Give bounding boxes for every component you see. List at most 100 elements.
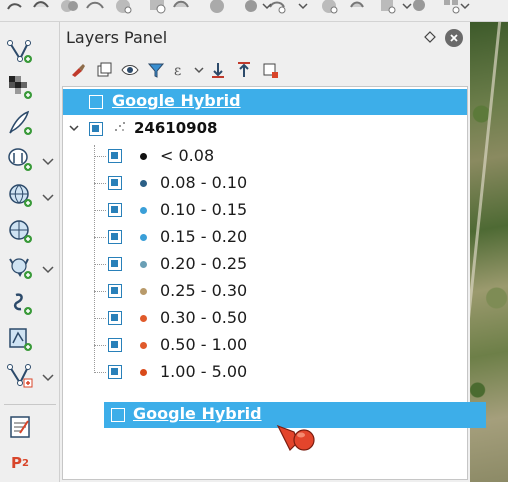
class-checkbox[interactable] [108, 230, 122, 244]
close-panel-button[interactable] [445, 29, 463, 47]
legend-class-row[interactable]: 0.08 - 0.10 [63, 170, 467, 196]
manage-visibility-icon[interactable] [120, 60, 140, 80]
measure-icon[interactable] [84, 0, 106, 16]
class-symbol [140, 207, 147, 214]
add-mssql-icon[interactable] [4, 324, 36, 354]
deselect-icon[interactable] [30, 0, 52, 16]
legend-class-row[interactable]: 0.10 - 0.15 [63, 197, 467, 223]
report-icon[interactable] [4, 412, 36, 442]
legend-class-row[interactable]: 0.50 - 1.00 [63, 332, 467, 358]
select-features-icon[interactable] [4, 0, 26, 16]
chevron-down-icon[interactable] [194, 65, 204, 75]
chevron-down-icon[interactable] [42, 156, 54, 166]
bookmark-icon[interactable] [346, 0, 368, 16]
remove-layer-icon[interactable] [260, 60, 280, 80]
zoom-layer-icon[interactable] [240, 0, 262, 16]
filter-legend-icon[interactable] [146, 60, 166, 80]
class-symbol [140, 153, 147, 160]
class-label: 0.25 - 0.30 [160, 281, 248, 300]
class-checkbox[interactable] [108, 311, 122, 325]
style-manager-icon[interactable] [68, 60, 88, 80]
add-virtual-layer-icon[interactable] [4, 252, 36, 282]
add-group-icon[interactable] [94, 60, 114, 80]
chevron-down-icon[interactable] [42, 264, 54, 274]
add-delimited-text-icon[interactable] [4, 108, 36, 138]
expand-all-icon[interactable] [208, 60, 228, 80]
point-layer-icon [115, 122, 125, 131]
tree-branch-line [94, 210, 106, 211]
pan-map-icon[interactable] [112, 0, 134, 16]
panel-title: Layers Panel [66, 28, 168, 47]
class-label: 0.15 - 0.20 [160, 227, 248, 246]
chevron-down-icon[interactable] [460, 1, 470, 11]
plugin-p2-icon[interactable]: P2 [4, 448, 36, 478]
tree-branch-line [94, 318, 106, 319]
class-checkbox[interactable] [108, 257, 122, 271]
legend-class-row[interactable]: 0.20 - 0.25 [63, 251, 467, 277]
layer-name: Google Hybrid [133, 404, 262, 423]
show-bookmarks-icon[interactable] [376, 0, 398, 16]
layer-row-google-hybrid[interactable]: Google Hybrid [63, 89, 467, 115]
legend-class-row[interactable]: < 0.08 [63, 143, 467, 169]
class-checkbox[interactable] [108, 149, 122, 163]
layer-name: 24610908 [134, 119, 218, 137]
chevron-down-icon[interactable] [42, 372, 54, 382]
tree-branch-line [94, 345, 106, 346]
legend-class-row[interactable]: 1.00 - 5.00 [63, 359, 467, 385]
chevron-down-icon[interactable] [298, 1, 308, 11]
svg-text:ε: ε [174, 63, 181, 79]
add-raster-layer-icon[interactable] [4, 72, 36, 102]
layers-panel-toolbar: ε [68, 60, 308, 80]
identify-icon[interactable] [58, 0, 80, 16]
new-vector-layer-icon[interactable] [4, 36, 36, 66]
class-checkbox[interactable] [108, 176, 122, 190]
tree-branch-line [94, 264, 106, 265]
filter-expression-icon[interactable]: ε [170, 60, 190, 80]
drag-cursor-icon [276, 424, 315, 452]
layer-checkbox [111, 408, 125, 422]
chevron-down-icon[interactable] [42, 192, 54, 202]
add-wms-layer-icon[interactable] [4, 180, 36, 210]
add-postgis-layer-icon[interactable] [4, 144, 36, 174]
layer-checkbox[interactable] [89, 95, 103, 109]
add-wfs-layer-icon[interactable] [4, 216, 36, 246]
close-icon [450, 34, 458, 42]
layer-checkbox[interactable] [89, 122, 103, 136]
top-toolbar [0, 0, 508, 22]
class-label: 0.30 - 0.50 [160, 308, 248, 327]
add-spatialite-icon[interactable] [4, 288, 36, 318]
class-symbol [140, 315, 147, 322]
legend-class-row[interactable]: 0.15 - 0.20 [63, 224, 467, 250]
new-temporary-layer-icon[interactable] [4, 360, 36, 390]
legend-class-row[interactable]: 0.25 - 0.30 [63, 278, 467, 304]
class-checkbox[interactable] [108, 365, 122, 379]
zoom-in-icon[interactable] [146, 0, 168, 16]
class-checkbox[interactable] [108, 203, 122, 217]
class-symbol [140, 180, 147, 187]
class-checkbox[interactable] [108, 284, 122, 298]
data-source-toolbar: P2 [0, 22, 60, 482]
layer-row-point-layer[interactable]: 24610908 [63, 116, 467, 142]
chevron-down-icon[interactable] [262, 1, 272, 11]
legend-class-row[interactable]: 0.30 - 0.50 [63, 305, 467, 331]
class-label: 0.20 - 0.25 [160, 254, 248, 273]
class-checkbox[interactable] [108, 338, 122, 352]
class-label: 0.10 - 0.15 [160, 200, 248, 219]
toolbar-separator [4, 404, 56, 405]
class-label: < 0.08 [160, 146, 215, 165]
collapse-all-icon[interactable] [234, 60, 254, 80]
p2-superscript: 2 [22, 457, 29, 469]
zoom-full-icon[interactable] [206, 0, 228, 16]
new-map-view-icon[interactable] [318, 0, 340, 16]
float-panel-icon[interactable] [424, 31, 436, 43]
tree-branch-line [94, 156, 106, 157]
zoom-out-icon[interactable] [170, 0, 192, 16]
tree-branch-line [94, 237, 106, 238]
p2-label: P [11, 454, 23, 472]
chevron-down-icon[interactable] [402, 1, 412, 11]
grid-icon[interactable] [440, 0, 462, 16]
tree-branch-line [94, 183, 106, 184]
class-symbol [140, 234, 147, 241]
expand-arrow-icon[interactable] [69, 123, 79, 133]
class-label: 1.00 - 5.00 [160, 362, 248, 381]
